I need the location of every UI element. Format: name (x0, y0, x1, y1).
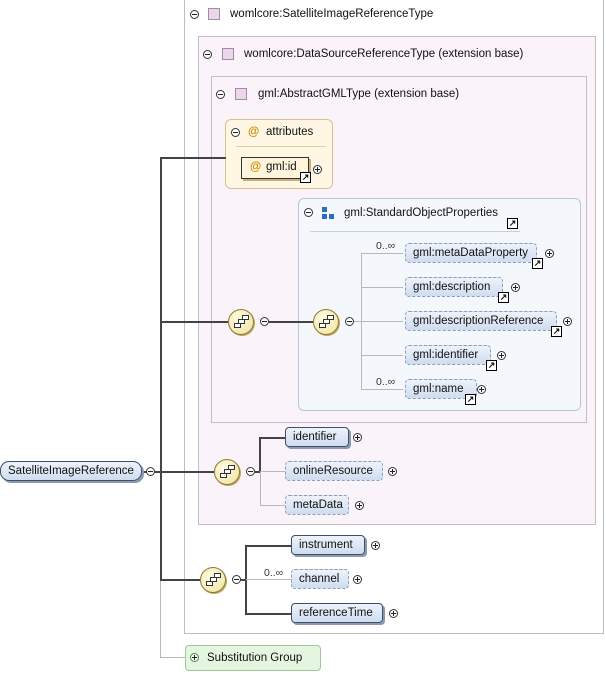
reference-arrow-icon[interactable]: ↗ (465, 394, 476, 405)
expand-element-button[interactable] (545, 249, 554, 258)
attribute-label: gml:id (266, 161, 297, 173)
connector (361, 287, 403, 288)
connector (245, 545, 291, 547)
attributes-divider (236, 146, 326, 147)
element-identifier[interactable]: identifier (285, 427, 349, 447)
expand-element-button[interactable] (511, 283, 520, 292)
connector (260, 471, 285, 472)
element-instrument[interactable]: instrument (291, 535, 365, 555)
connector (245, 613, 291, 615)
complex-type-icon (208, 8, 220, 20)
sequence-compositor-icon[interactable] (228, 309, 254, 335)
reference-arrow-icon[interactable]: ↗ (551, 326, 562, 337)
expand-substitution-group-button[interactable] (190, 653, 199, 662)
expand-element-button[interactable] (353, 575, 362, 584)
element-channel[interactable]: channel (291, 569, 349, 589)
element-gml-metadataproperty[interactable]: gml:metaDataProperty (405, 243, 537, 263)
attribute-gml-id[interactable]: @ gml:id (241, 157, 309, 179)
attributes-header: attributes (266, 126, 314, 138)
reference-arrow-icon[interactable]: ↗ (532, 258, 543, 269)
outer-type-title: womlcore:SatelliteImageReferenceType (230, 8, 434, 20)
collapse-outer-type-button[interactable] (190, 10, 199, 19)
connector (259, 437, 261, 473)
substitution-group-label: Substitution Group (207, 652, 303, 664)
collapse-gml-extension-button[interactable] (216, 90, 225, 99)
reference-arrow-icon[interactable]: ↗ (507, 218, 518, 229)
expand-gml-id-button[interactable] (313, 165, 322, 174)
connector (260, 471, 261, 506)
reference-arrow-icon[interactable]: ↗ (300, 172, 311, 183)
connector (160, 471, 214, 473)
collapse-attributes-button[interactable] (231, 128, 240, 137)
expand-element-button[interactable] (353, 433, 362, 442)
expand-element-button[interactable] (371, 541, 380, 550)
connector (245, 545, 247, 615)
collapse-sequence-button[interactable] (345, 317, 354, 326)
cardinality-label: 0..∞ (376, 240, 396, 252)
connector (160, 581, 161, 658)
complex-type-icon (235, 88, 247, 100)
collapse-group-button[interactable] (304, 208, 313, 217)
connector (246, 579, 291, 580)
connector (259, 437, 285, 439)
expand-element-button[interactable] (477, 385, 486, 394)
connector (361, 321, 403, 322)
collapse-root-button[interactable] (146, 467, 155, 476)
collapse-datasource-extension-button[interactable] (203, 50, 212, 59)
sequence-compositor-icon[interactable] (313, 309, 339, 335)
group-icon (322, 207, 334, 219)
group-divider (310, 231, 520, 232)
element-referencetime[interactable]: referenceTime (291, 603, 383, 623)
datasource-extension-title: womlcore:DataSourceReferenceType (extens… (244, 48, 524, 60)
attribute-icon: @ (248, 126, 260, 138)
expand-element-button[interactable] (389, 609, 398, 618)
element-gml-descriptionreference[interactable]: gml:descriptionReference (405, 311, 557, 331)
connector (269, 321, 313, 323)
element-metadata[interactable]: metaData (285, 495, 349, 515)
connector (361, 355, 403, 356)
collapse-sequence-button[interactable] (246, 467, 255, 476)
expand-element-button[interactable] (388, 467, 397, 476)
reference-arrow-icon[interactable]: ↗ (498, 292, 509, 303)
expand-element-button[interactable] (355, 501, 364, 510)
root-element-satelliteimagereference[interactable]: SatelliteImageReference (0, 461, 142, 481)
attribute-icon: @ (250, 161, 262, 173)
connector (361, 253, 403, 254)
cardinality-label: 0..∞ (376, 376, 396, 388)
connector (260, 505, 285, 506)
element-gml-identifier[interactable]: gml:identifier (405, 345, 491, 365)
gml-extension-title: gml:AbstractGMLType (extension base) (258, 88, 460, 100)
collapse-sequence-button[interactable] (260, 317, 269, 326)
connector (160, 657, 187, 658)
expand-element-button[interactable] (563, 317, 572, 326)
element-gml-description[interactable]: gml:description (405, 277, 503, 297)
connector (160, 579, 200, 581)
cardinality-label: 0..∞ (264, 567, 284, 579)
sequence-compositor-icon[interactable] (200, 567, 226, 593)
connector (160, 157, 226, 159)
element-onlineresource[interactable]: onlineResource (285, 461, 383, 481)
connector (361, 389, 403, 390)
group-title: gml:StandardObjectProperties (344, 207, 499, 219)
connector (160, 321, 228, 323)
expand-element-button[interactable] (497, 351, 506, 360)
reference-arrow-icon[interactable]: ↗ (486, 360, 497, 371)
connector (160, 157, 162, 581)
complex-type-icon (222, 48, 234, 60)
collapse-sequence-button[interactable] (232, 575, 241, 584)
sequence-compositor-icon[interactable] (214, 459, 240, 485)
